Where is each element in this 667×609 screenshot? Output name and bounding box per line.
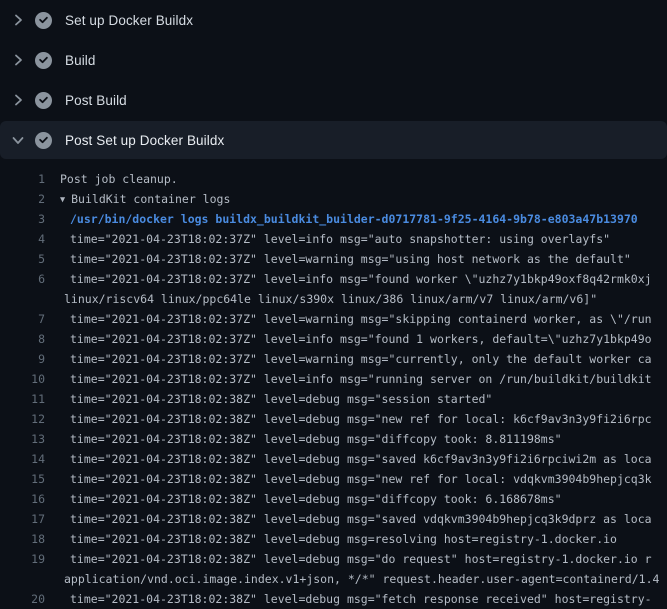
log-line-text: time="2021-04-23T18:02:37Z" level=warnin… (45, 349, 652, 369)
log-line-number[interactable]: 7 (0, 309, 45, 329)
chevron-down-icon (10, 132, 26, 148)
log-line-text: time="2021-04-23T18:02:38Z" level=debug … (45, 509, 652, 529)
check-circle-icon (35, 92, 52, 109)
step-title: Post Build (65, 93, 127, 108)
log-line-text: ▼BuildKit container logs (45, 189, 230, 209)
log-line: 7 time="2021-04-23T18:02:37Z" level=warn… (0, 309, 667, 329)
log-line: 11 time="2021-04-23T18:02:38Z" level=deb… (0, 389, 667, 409)
check-circle-icon (35, 132, 52, 149)
log-line: application/vnd.oci.image.index.v1+json,… (0, 569, 667, 589)
log-line: 10 time="2021-04-23T18:02:37Z" level=inf… (0, 369, 667, 389)
check-circle-icon (35, 12, 52, 29)
step-header-post-build[interactable]: Post Build (0, 80, 667, 120)
log-line-number[interactable]: 19 (0, 549, 45, 569)
log-line: 9 time="2021-04-23T18:02:37Z" level=warn… (0, 349, 667, 369)
step-title: Set up Docker Buildx (65, 13, 193, 28)
chevron-right-icon (10, 92, 26, 108)
log-line-text: time="2021-04-23T18:02:38Z" level=debug … (45, 469, 652, 489)
step-title: Build (65, 53, 96, 68)
check-circle-icon (35, 52, 52, 69)
log-line-number[interactable]: 4 (0, 229, 45, 249)
log-viewer: 1 Post job cleanup. 2 ▼BuildKit containe… (0, 159, 667, 609)
step-header-set-up-docker-buildx[interactable]: Set up Docker Buildx (0, 0, 667, 40)
log-line: 18 time="2021-04-23T18:02:38Z" level=deb… (0, 529, 667, 549)
log-line: 12 time="2021-04-23T18:02:38Z" level=deb… (0, 409, 667, 429)
log-line-text: time="2021-04-23T18:02:38Z" level=debug … (45, 389, 492, 409)
log-line: 5 time="2021-04-23T18:02:37Z" level=warn… (0, 249, 667, 269)
log-line-text: time="2021-04-23T18:02:38Z" level=debug … (45, 449, 652, 469)
log-line-text: Post job cleanup. (45, 169, 178, 189)
log-line-text: time="2021-04-23T18:02:38Z" level=debug … (45, 549, 652, 569)
log-line: 4 time="2021-04-23T18:02:37Z" level=info… (0, 229, 667, 249)
log-line: 1 Post job cleanup. (0, 169, 667, 189)
steps-list: Set up Docker Buildx Build Post Build Po… (0, 0, 667, 159)
log-line: 3 /usr/bin/docker logs buildx_buildkit_b… (0, 209, 667, 229)
log-line-text: /usr/bin/docker logs buildx_buildkit_bui… (45, 209, 638, 229)
log-line-number[interactable]: 13 (0, 429, 45, 449)
log-line-number[interactable]: 2 (0, 189, 45, 209)
log-line: 13 time="2021-04-23T18:02:38Z" level=deb… (0, 429, 667, 449)
log-line-text: time="2021-04-23T18:02:38Z" level=debug … (45, 589, 652, 609)
log-line-number[interactable]: 14 (0, 449, 45, 469)
log-line-text: time="2021-04-23T18:02:37Z" level=info m… (45, 369, 652, 389)
log-line-number[interactable]: 18 (0, 529, 45, 549)
log-line-number[interactable]: 12 (0, 409, 45, 429)
log-line: 17 time="2021-04-23T18:02:38Z" level=deb… (0, 509, 667, 529)
triangle-down-icon: ▼ (60, 190, 65, 209)
log-group-toggle-row[interactable]: 2 ▼BuildKit container logs (0, 189, 667, 209)
log-line-number[interactable]: 11 (0, 389, 45, 409)
step-header-post-set-up-docker-buildx[interactable]: Post Set up Docker Buildx (0, 121, 667, 159)
log-line-text: time="2021-04-23T18:02:37Z" level=warnin… (45, 309, 652, 329)
log-line-number[interactable]: 17 (0, 509, 45, 529)
log-line: 6 time="2021-04-23T18:02:37Z" level=info… (0, 269, 667, 289)
log-line-number[interactable]: 16 (0, 489, 45, 509)
log-line-number (0, 289, 45, 309)
log-line-number (0, 569, 45, 589)
log-line-text: time="2021-04-23T18:02:37Z" level=info m… (45, 329, 652, 349)
log-line-text: time="2021-04-23T18:02:38Z" level=debug … (45, 489, 562, 509)
log-line-text: time="2021-04-23T18:02:38Z" level=debug … (45, 529, 617, 549)
chevron-right-icon (10, 52, 26, 68)
log-line: 15 time="2021-04-23T18:02:38Z" level=deb… (0, 469, 667, 489)
log-line-text: time="2021-04-23T18:02:37Z" level=info m… (45, 229, 610, 249)
log-line: 16 time="2021-04-23T18:02:38Z" level=deb… (0, 489, 667, 509)
log-line-text: time="2021-04-23T18:02:37Z" level=info m… (45, 269, 652, 289)
log-line-number[interactable]: 20 (0, 589, 45, 609)
log-line-text: application/vnd.oci.image.index.v1+json,… (45, 569, 659, 589)
log-line-number[interactable]: 3 (0, 209, 45, 229)
log-line-number[interactable]: 9 (0, 349, 45, 369)
log-line-text: time="2021-04-23T18:02:38Z" level=debug … (45, 429, 562, 449)
log-line-text: time="2021-04-23T18:02:38Z" level=debug … (45, 409, 652, 429)
log-line: linux/riscv64 linux/ppc64le linux/s390x … (0, 289, 667, 309)
chevron-right-icon (10, 12, 26, 28)
log-line-number[interactable]: 10 (0, 369, 45, 389)
log-line-text: linux/riscv64 linux/ppc64le linux/s390x … (45, 289, 597, 309)
log-line-number[interactable]: 6 (0, 269, 45, 289)
log-line-number[interactable]: 1 (0, 169, 45, 189)
step-title: Post Set up Docker Buildx (65, 133, 224, 148)
log-line-text: time="2021-04-23T18:02:37Z" level=warnin… (45, 249, 631, 269)
log-line-number[interactable]: 15 (0, 469, 45, 489)
log-line: 20 time="2021-04-23T18:02:38Z" level=deb… (0, 589, 667, 609)
step-header-build[interactable]: Build (0, 40, 667, 80)
log-line-number[interactable]: 8 (0, 329, 45, 349)
log-line-number[interactable]: 5 (0, 249, 45, 269)
log-line: 8 time="2021-04-23T18:02:37Z" level=info… (0, 329, 667, 349)
log-line: 14 time="2021-04-23T18:02:38Z" level=deb… (0, 449, 667, 469)
log-line: 19 time="2021-04-23T18:02:38Z" level=deb… (0, 549, 667, 569)
